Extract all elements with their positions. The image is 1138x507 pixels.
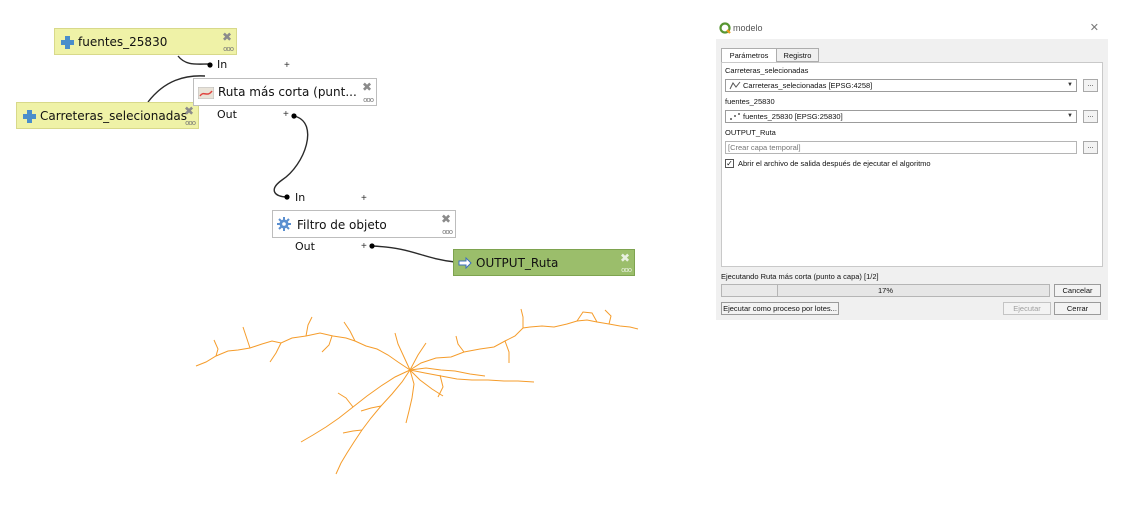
carreteras-combo[interactable]: Carreteras_selecionadas [EPSG:4258] ▼ bbox=[725, 79, 1077, 92]
progress-text: 17% bbox=[877, 286, 893, 295]
more-icon[interactable]: ooo bbox=[621, 266, 632, 274]
map-route-icon bbox=[197, 86, 215, 102]
port-plus[interactable]: + bbox=[361, 193, 367, 204]
param-label: fuentes_25830 bbox=[725, 97, 775, 106]
plus-cross-icon bbox=[61, 36, 74, 52]
output-node[interactable]: OUTPUT_Ruta ✖ ooo bbox=[453, 249, 635, 276]
port-out-label: Out bbox=[295, 240, 315, 253]
close-icon[interactable]: ✖ bbox=[441, 212, 451, 226]
browse-button[interactable]: ... bbox=[1083, 110, 1098, 123]
batch-process-button[interactable]: Ejecutar como proceso por lotes... bbox=[721, 302, 839, 315]
browse-button[interactable]: ... bbox=[1083, 79, 1098, 92]
open-output-checkbox[interactable]: ✓ bbox=[725, 159, 734, 168]
algorithm-node-label: Ruta más corta (punt... bbox=[218, 85, 357, 99]
fuentes-combo[interactable]: fuentes_25830 [EPSG:25830] ▼ bbox=[725, 110, 1077, 123]
in-port-dot bbox=[284, 194, 290, 200]
more-icon[interactable]: ooo bbox=[223, 45, 234, 53]
input-node-label: Carreteras_selecionadas bbox=[40, 109, 187, 123]
algorithm-node-filtro[interactable]: Filtro de objeto ✖ ooo bbox=[272, 210, 456, 238]
run-button[interactable]: Ejecutar bbox=[1003, 302, 1051, 315]
chevron-down-icon[interactable]: ▼ bbox=[1067, 80, 1073, 91]
port-out-label: Out bbox=[217, 108, 237, 121]
combo-value: Carreteras_selecionadas [EPSG:4258] bbox=[743, 81, 873, 90]
tab-registro[interactable]: Registro bbox=[776, 48, 819, 62]
point-layer-icon bbox=[729, 112, 741, 124]
close-icon[interactable]: ✖ bbox=[184, 104, 194, 118]
port-in-label: In bbox=[295, 191, 306, 204]
checkbox-label: Abrir el archivo de salida después de ej… bbox=[738, 159, 931, 168]
plus-cross-icon bbox=[23, 110, 36, 126]
dialog-titlebar[interactable]: modelo ✕ bbox=[716, 17, 1108, 39]
connection-filtro-to-output bbox=[371, 245, 456, 263]
close-icon[interactable]: ✕ bbox=[1090, 21, 1099, 34]
output-node-label: OUTPUT_Ruta bbox=[476, 256, 559, 270]
cancel-button[interactable]: Cancelar bbox=[1054, 284, 1101, 297]
port-in-label: In bbox=[217, 58, 228, 71]
in-port-dot bbox=[207, 62, 213, 68]
input-node-fuentes[interactable]: fuentes_25830 ✖ ooo bbox=[54, 28, 237, 55]
gear-icon bbox=[277, 217, 291, 234]
port-plus[interactable]: + bbox=[283, 109, 289, 120]
close-icon[interactable]: ✖ bbox=[222, 30, 232, 44]
combo-value: fuentes_25830 [EPSG:25830] bbox=[743, 112, 843, 121]
close-icon[interactable]: ✖ bbox=[620, 251, 630, 265]
out-port-dot bbox=[369, 243, 375, 249]
more-icon[interactable]: ooo bbox=[363, 96, 374, 104]
algorithm-dialog: modelo ✕ Parámetros Registro Carreteras_… bbox=[716, 17, 1108, 320]
port-plus[interactable]: + bbox=[284, 60, 290, 71]
connection-ruta-to-filtro bbox=[273, 115, 309, 198]
more-icon[interactable]: ooo bbox=[185, 119, 196, 127]
dialog-title: modelo bbox=[733, 23, 763, 33]
out-port-dot bbox=[291, 113, 297, 119]
progress-bar: 17% bbox=[721, 284, 1050, 297]
algorithm-node-ruta[interactable]: Ruta más corta (punt... ✖ ooo bbox=[193, 78, 377, 106]
qgis-logo-icon bbox=[719, 22, 731, 34]
input-node-label: fuentes_25830 bbox=[78, 35, 168, 49]
algorithm-node-label: Filtro de objeto bbox=[297, 218, 387, 232]
tab-parametros[interactable]: Parámetros bbox=[721, 48, 777, 63]
more-icon[interactable]: ooo bbox=[442, 228, 453, 236]
input-node-carreteras[interactable]: Carreteras_selecionadas ✖ ooo bbox=[16, 102, 199, 129]
browse-button[interactable]: ... bbox=[1083, 141, 1098, 154]
connection-fuentes-to-ruta bbox=[177, 55, 211, 65]
close-button[interactable]: Cerrar bbox=[1054, 302, 1101, 315]
chevron-down-icon[interactable]: ▼ bbox=[1067, 111, 1073, 122]
param-label: OUTPUT_Ruta bbox=[725, 128, 776, 137]
arrow-right-icon bbox=[458, 256, 472, 272]
road-network-preview bbox=[195, 308, 639, 475]
param-label: Carreteras_selecionadas bbox=[725, 66, 809, 75]
port-plus[interactable]: + bbox=[361, 241, 367, 252]
output-path-input[interactable] bbox=[725, 141, 1077, 154]
close-icon[interactable]: ✖ bbox=[362, 80, 372, 94]
status-text: Ejecutando Ruta más corta (punto a capa)… bbox=[721, 272, 879, 281]
parameters-panel: Carreteras_selecionadas Carreteras_selec… bbox=[721, 62, 1103, 267]
line-layer-icon bbox=[729, 81, 741, 93]
